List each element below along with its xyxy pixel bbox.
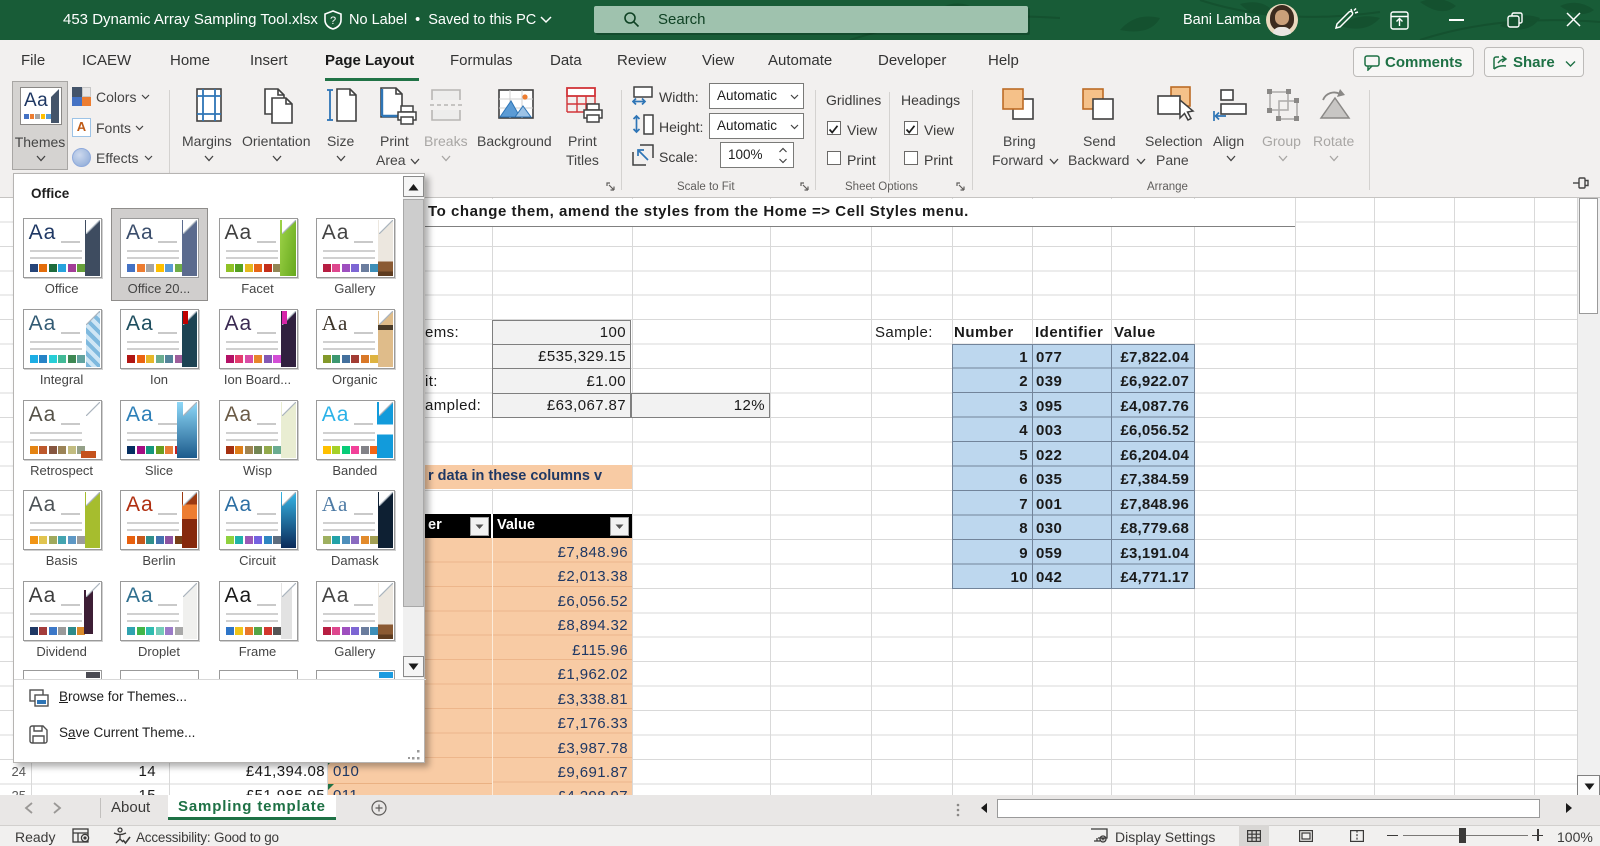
svg-text:?: ? — [330, 15, 336, 27]
